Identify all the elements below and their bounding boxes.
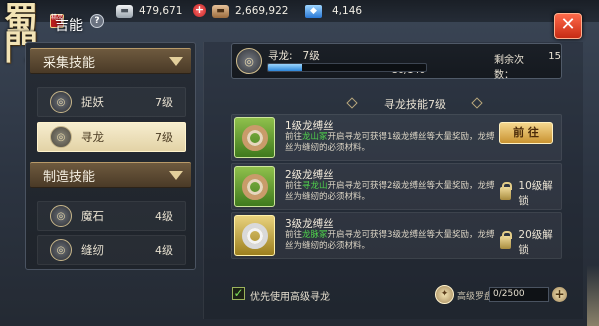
unlock-requirement: 20级解锁 — [500, 227, 561, 257]
skill-level: 7级 — [155, 96, 173, 109]
location-link[interactable]: 龙脉冢 — [302, 230, 328, 240]
section-title: 寻龙技能7级 — [384, 98, 446, 111]
chevron-down-icon — [169, 170, 183, 180]
skill-icon: ◎ — [50, 239, 72, 261]
item-name: 1级龙缚丝 — [285, 120, 334, 132]
close-button[interactable]: ✕ — [554, 13, 582, 39]
compass-count: 0/2500 — [489, 287, 549, 302]
item-description: 前往龙山冢开启寻龙可获得1级龙缚丝等大量奖励，龙缚丝为缝纫的必须材料。 — [285, 132, 498, 154]
dragon-silk-icon[interactable] — [234, 166, 275, 207]
item-description: 前往龙脉冢开启寻龙可获得3级龙缚丝等大量奖励，龙缚丝为缝纫的必须材料。 — [285, 230, 498, 252]
experience-bar-fill — [268, 64, 302, 71]
chevron-down-icon — [169, 56, 183, 66]
silver-currency: ▬ 479,671 — [116, 2, 182, 20]
skill-item-fengren[interactable]: ◎ 缝纫 4级 — [37, 235, 186, 265]
copper-value: 2,669,922 — [235, 5, 289, 17]
desc-prefix: 前往 — [285, 181, 303, 191]
skill-name: 魔石 — [81, 209, 104, 223]
diamond-icon: ◆ — [305, 4, 322, 18]
checkbox-label: 优先使用高级寻龙 — [250, 292, 330, 303]
coil-icon — [241, 222, 268, 249]
location-link[interactable]: 龙山冢 — [302, 132, 328, 142]
copper-icon: ▬ — [212, 4, 229, 18]
compass-label: 高级罗盘 — [457, 292, 494, 302]
prefer-advanced-checkbox[interactable]: ✓ — [232, 287, 245, 300]
reward-item-row: 3级龙缚丝 前往龙脉冢开启寻龙可获得3级龙缚丝等大量奖励，龙缚丝为缝纫的必须材料… — [231, 212, 562, 259]
coil-icon — [241, 173, 268, 200]
lock-icon — [500, 181, 513, 200]
gem-value: 4,146 — [332, 5, 363, 17]
add-compass-button[interactable]: + — [552, 287, 567, 302]
logo-tag: 吉能 — [55, 18, 83, 34]
add-silver-button[interactable]: + — [193, 4, 206, 17]
skill-item-zhuoyao[interactable]: ◎ 捉妖 7级 — [37, 87, 186, 117]
skill-name: 捉妖 — [81, 95, 104, 109]
skill-label: 寻龙: — [268, 50, 293, 62]
lock-icon — [500, 230, 513, 249]
reward-item-row: 2级龙缚丝 前往寻龙山开启寻龙可获得2级龙缚丝等大量奖励，龙缚丝为缝纫的必须材料… — [231, 163, 562, 210]
skill-icon: ◎ — [50, 91, 72, 113]
skill-name: 缝纫 — [81, 243, 104, 257]
desc-prefix: 前往 — [285, 132, 303, 142]
dragon-silk-icon[interactable] — [234, 215, 275, 256]
category-title: 制造技能 — [43, 169, 96, 185]
category-title: 采集技能 — [43, 55, 96, 71]
xunlong-skill-icon: ◎ — [236, 48, 262, 74]
category-gathering[interactable]: 采集技能 — [30, 48, 191, 74]
remaining-label: 剩余次数： — [494, 55, 524, 81]
desc-prefix: 前往 — [285, 230, 303, 240]
remaining-value: 15 — [548, 51, 561, 62]
experience-bar — [267, 63, 427, 72]
skill-level: 7级 — [155, 131, 173, 144]
copper-currency: ▬ 2,669,922 — [212, 2, 288, 20]
category-crafting[interactable]: 制造技能 — [30, 162, 191, 188]
go-button[interactable]: 前 往 — [499, 122, 553, 144]
skill-item-moshi[interactable]: ◎ 魔石 4级 — [37, 201, 186, 231]
unlock-requirement: 10级解锁 — [500, 178, 561, 208]
dragon-silk-icon[interactable] — [234, 117, 275, 158]
silver-value: 479,671 — [139, 5, 183, 17]
skill-level: 7级 — [302, 50, 320, 62]
skill-level: 4级 — [155, 210, 173, 223]
skill-info-card: ◎ 寻龙: 7级 30/140 剩余次数： 15 — [231, 43, 562, 81]
item-name: 2级龙缚丝 — [285, 169, 334, 181]
skill-item-xunlong[interactable]: ◎ 寻龙 7级 — [37, 122, 186, 152]
coil-icon — [241, 124, 268, 151]
gem-currency: ◆ 4,146 — [305, 2, 362, 20]
reward-item-row: 1级龙缚丝 前往龙山冢开启寻龙可获得1级龙缚丝等大量奖励，龙缚丝为缝纫的必须材料… — [231, 114, 562, 161]
compass-icon: ✦ — [435, 285, 454, 304]
item-description: 前往寻龙山开启寻龙可获得2级龙缚丝等大量奖励，龙缚丝为缝纫的必须材料。 — [285, 181, 498, 203]
remaining-count: 剩余次数： 15 — [494, 51, 561, 81]
item-name: 3级龙缚丝 — [285, 218, 334, 230]
location-link[interactable]: 寻龙山 — [302, 181, 328, 191]
lock-text: 20级解锁 — [518, 229, 553, 256]
skill-icon: ◎ — [50, 126, 72, 148]
help-button[interactable]: ? — [90, 14, 104, 28]
decorative-edge — [587, 265, 599, 326]
skill-icon: ◎ — [50, 205, 72, 227]
skill-name: 寻龙 — [81, 130, 104, 144]
lock-text: 10级解锁 — [518, 180, 553, 207]
skill-title: 寻龙: 7级 — [268, 48, 320, 63]
silver-icon: ▬ — [116, 4, 133, 18]
skill-level: 4级 — [155, 244, 173, 257]
